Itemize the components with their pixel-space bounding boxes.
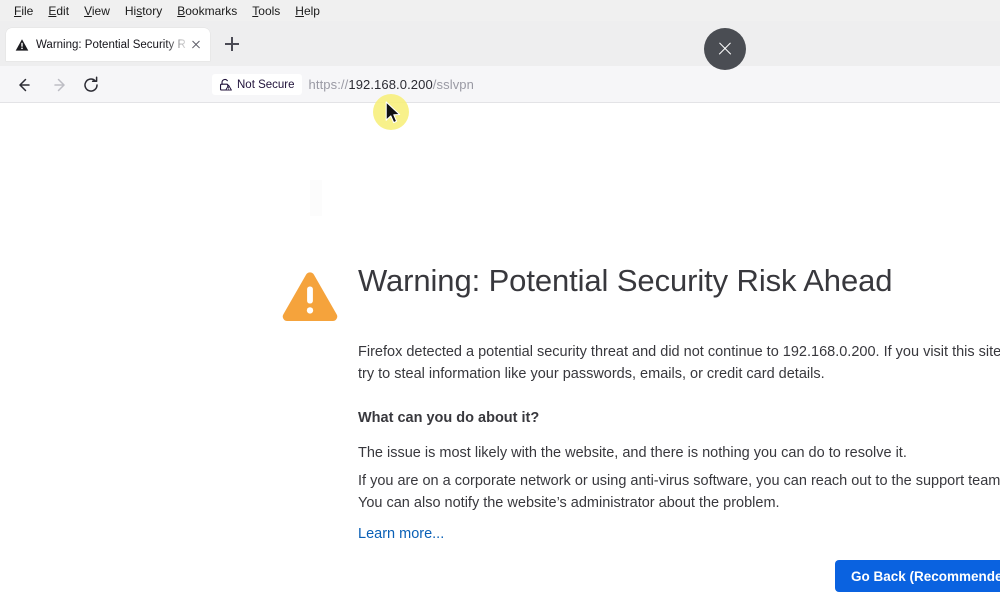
menu-item-help[interactable]: Help: [288, 2, 328, 20]
url-bar[interactable]: Not Secure https://192.168.0.200/sslvpn: [212, 71, 1000, 98]
neterror-intro: Firefox detected a potential security th…: [358, 341, 1000, 385]
url-scheme: https://: [308, 77, 349, 92]
menu-label-bookmarks: ookmarks: [185, 3, 238, 18]
menu-label-help: elp: [303, 3, 320, 18]
neterror-support-text: If you are on a corporate network or usi…: [358, 470, 1000, 514]
menu-label-view: iew: [91, 3, 110, 18]
page-content: Warning: Potential Security Risk Ahead F…: [0, 103, 1000, 603]
new-tab-icon[interactable]: [220, 32, 244, 56]
lock-warning-icon: [219, 78, 232, 91]
tab-warning-potential-security-risk[interactable]: Warning: Potential Security Risk: [6, 28, 210, 61]
render-artifact: [310, 180, 322, 216]
warning-triangle-icon: [282, 272, 338, 322]
close-tab-icon[interactable]: [188, 37, 204, 53]
menu-item-view[interactable]: View: [77, 2, 118, 20]
reload-icon[interactable]: [78, 72, 104, 98]
security-badge-label: Not Secure: [237, 78, 295, 91]
menu-item-bookmarks[interactable]: Bookmarks: [170, 2, 245, 20]
forward-arrow-icon: [48, 72, 74, 98]
neterror-subheading: What can you do about it?: [358, 410, 540, 426]
menu-accesskey-view: V: [84, 3, 92, 18]
close-recording-icon[interactable]: [704, 28, 746, 70]
menu-item-tools[interactable]: Tools: [245, 2, 288, 20]
url-host: 192.168.0.200: [348, 77, 433, 92]
neterror-intro-line2: try to steal information like your passw…: [358, 366, 825, 382]
menu-bar: File Edit View History Bookmarks Tools H…: [0, 0, 1000, 21]
menu-label-history: tory: [142, 3, 163, 18]
menu-item-edit[interactable]: Edit: [41, 2, 77, 20]
menu-label-tools: ools: [258, 3, 281, 18]
menu-label-edit: dit: [56, 3, 70, 18]
url-path: /sslvpn: [432, 77, 474, 92]
go-back-button[interactable]: Go Back (Recommended): [835, 560, 1000, 592]
menu-label-file: ile: [21, 3, 34, 18]
tab-title: Warning: Potential Security Risk: [36, 38, 186, 51]
neterror-resolve-text: The issue is most likely with the websit…: [358, 445, 907, 461]
neterror-button-row: Go Back (Recommended) A: [358, 560, 1000, 594]
neterror-intro-line1: Firefox detected a potential security th…: [358, 344, 1000, 360]
neterror-support-line1: If you are on a corporate network or usi…: [358, 473, 1000, 489]
warning-triangle-icon: [15, 38, 29, 51]
page-title: Warning: Potential Security Risk Ahead: [358, 263, 893, 298]
browser-window: File Edit View History Bookmarks Tools H…: [0, 0, 1000, 603]
neterror-support-line2: You can also notify the website’s admini…: [358, 495, 780, 511]
menu-item-file[interactable]: File: [7, 2, 41, 20]
learn-more-link[interactable]: Learn more...: [358, 526, 444, 542]
security-badge-not-secure[interactable]: Not Secure: [212, 74, 302, 95]
tab-strip: Warning: Potential Security Risk: [0, 21, 1000, 66]
back-arrow-icon[interactable]: [10, 72, 36, 98]
menu-prefix-history: Hi: [124, 3, 137, 18]
menu-item-history[interactable]: History: [118, 2, 170, 20]
url-text[interactable]: https://192.168.0.200/sslvpn: [309, 77, 474, 92]
menu-accesskey-help: H: [295, 3, 304, 18]
navigation-toolbar: Not Secure https://192.168.0.200/sslvpn: [0, 66, 1000, 103]
